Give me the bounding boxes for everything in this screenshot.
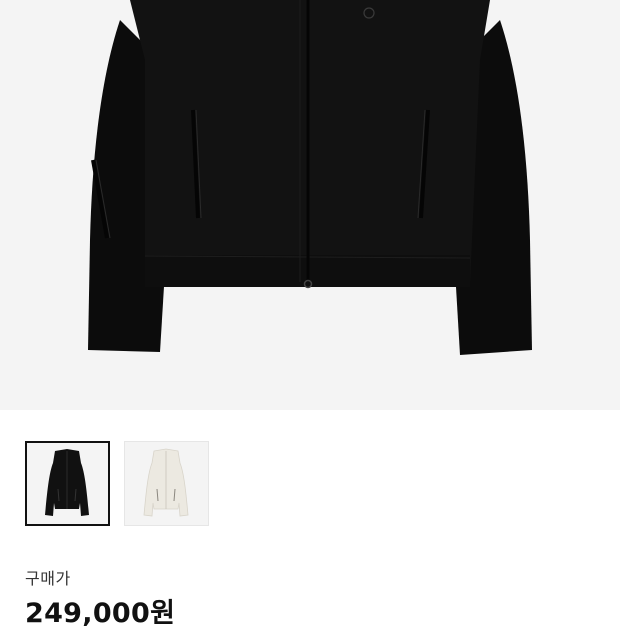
price-label: 구매가	[25, 569, 71, 588]
black-jacket-photo	[88, 0, 532, 355]
jacket-body	[130, 0, 490, 287]
ivory-jacket-thumbnail[interactable]	[124, 441, 209, 526]
ivory-jacket-thumbnail-image	[143, 448, 189, 517]
black-jacket-thumbnail-image	[45, 449, 89, 516]
black-jacket-thumbnail[interactable]	[25, 441, 110, 526]
product-main-image	[0, 0, 620, 410]
price-value: 249,000원	[25, 598, 176, 629]
